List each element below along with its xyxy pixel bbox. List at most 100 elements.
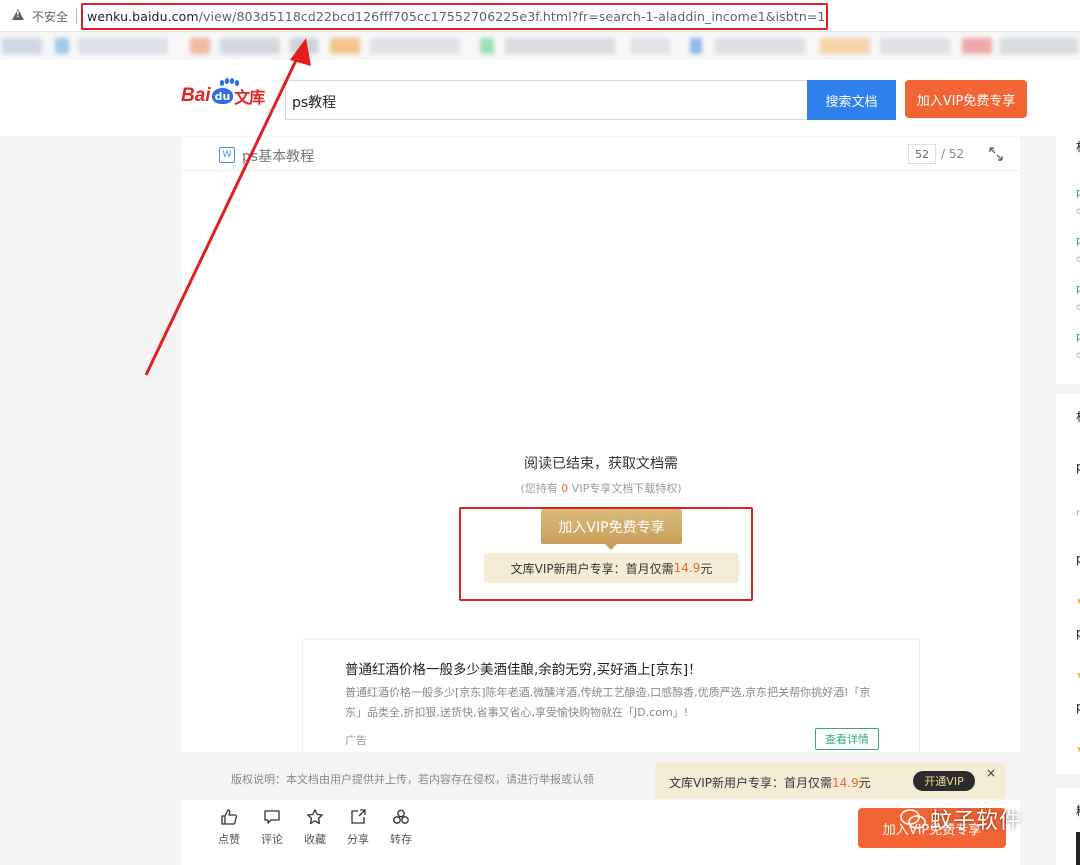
- url-host: wenku.baidu.com: [87, 9, 199, 24]
- sidebar-meta: c: [1076, 206, 1080, 217]
- star-icon: [307, 809, 323, 825]
- share-icon: [351, 809, 366, 824]
- wechat-logo-icon: [900, 809, 926, 829]
- vip-bar-text: 文库VIP新用户专享：首月仅需14.9元: [669, 774, 871, 791]
- bookmark-blur: [78, 38, 168, 54]
- vip-promo-bar: 文库VIP新用户专享：首月仅需14.9元 开通VIP ×: [655, 763, 1005, 799]
- ad-card[interactable]: 普通红酒价格一般多少美酒佳酿,余韵无穷,买好酒上[京东]！ 普通红酒价格一般多少…: [302, 639, 920, 752]
- bookmark-blur: [820, 38, 870, 54]
- sidebar-meta: r: [1076, 508, 1080, 519]
- close-icon[interactable]: ×: [986, 766, 996, 780]
- sidebar-meta: c: [1076, 302, 1080, 313]
- save-to-button[interactable]: 转存: [383, 808, 419, 847]
- document-title: ps基本教程: [242, 149, 315, 165]
- promo-unit: 元: [700, 561, 713, 576]
- bookmark-blur: [880, 38, 950, 54]
- address-bar: 不安全 wenku.baidu.com/view/803d5118cd22bcd…: [0, 0, 1080, 32]
- rating-star-icon: ★: [1076, 744, 1080, 755]
- rating-star-icon: ★: [1076, 596, 1080, 607]
- insecure-label[interactable]: 不安全: [32, 8, 68, 25]
- search-input[interactable]: ps教程: [285, 80, 807, 120]
- ad-detail-button[interactable]: 查看详情: [815, 728, 879, 750]
- toolbar-label: 评论: [261, 833, 283, 846]
- ad-label: 广告: [345, 734, 367, 747]
- join-vip-header-button[interactable]: 加入VIP免费专享: [905, 80, 1027, 118]
- url-path: /view/803d5118cd22bcd126fff705cc17552706…: [198, 9, 826, 24]
- bookmark-blur: [690, 38, 702, 54]
- url-highlight-box: wenku.baidu.com/view/803d5118cd22bcd126f…: [81, 3, 828, 30]
- document-header: W ps基本教程 52 / 52: [182, 137, 1020, 171]
- reading-ended-title: 阅读已结束，获取文档需: [524, 456, 678, 472]
- join-vip-button[interactable]: 加入VIP免费专享: [541, 509, 682, 550]
- bookmark-blur: [480, 38, 494, 54]
- sidebar-item[interactable]: p: [1076, 700, 1080, 714]
- sidebar-item[interactable]: p: [1076, 186, 1080, 199]
- page-total: / 52: [941, 147, 965, 161]
- logo-du: du: [211, 88, 234, 104]
- sidebar-item[interactable]: p: [1076, 330, 1080, 343]
- new-user-promo: 文库VIP新用户专享：首月仅需 14.9 元: [484, 553, 739, 583]
- bookmark-blur: [630, 38, 670, 54]
- toolbar-label: 分享: [347, 833, 369, 846]
- comment-button[interactable]: 评论: [254, 808, 290, 847]
- sidebar-heading: 相: [1076, 138, 1080, 155]
- sidebar-item[interactable]: p: [1076, 552, 1080, 566]
- paw-icon: [219, 78, 240, 86]
- bookmark-blur: [290, 38, 318, 54]
- featured-docs-card: 精: [1056, 788, 1080, 865]
- search-button[interactable]: 搜索文档: [807, 80, 896, 120]
- open-vip-button[interactable]: 开通VIP: [913, 771, 975, 791]
- copyright-notice: 版权说明：本文档由用户提供并上传，若内容存在侵权，请进行举报或认领: [231, 773, 594, 786]
- sidebar-item[interactable]: p: [1076, 626, 1080, 640]
- sidebar-item[interactable]: p: [1076, 460, 1080, 474]
- toolbar-label: 转存: [390, 833, 412, 846]
- url-field[interactable]: wenku.baidu.com/view/803d5118cd22bcd126f…: [87, 9, 825, 24]
- toolbar-label: 收藏: [304, 833, 326, 846]
- sidebar-item[interactable]: p: [1076, 282, 1080, 295]
- sidebar-item[interactable]: p: [1076, 234, 1080, 247]
- vip-bar-unit: 元: [858, 776, 871, 790]
- bookmark-blur: [1000, 38, 1078, 54]
- fullscreen-icon[interactable]: [988, 146, 1004, 162]
- sidebar-heading: 精: [1076, 802, 1080, 819]
- site-header: Bai du 文库 ps教程 搜索文档 加入VIP免费专享: [0, 60, 1080, 136]
- search-value: ps教程: [292, 95, 337, 111]
- bookmark-blur: [190, 38, 210, 54]
- document-panel: W ps基本教程 52 / 52 阅读已结束，获取文档需 (您持有 0 VIP专…: [182, 137, 1020, 752]
- page-number-input[interactable]: 52: [908, 144, 936, 164]
- watermark-text: 蚊子软件: [930, 809, 1023, 834]
- bookmarks-bar: [0, 33, 1080, 59]
- save-to-icon: [393, 809, 409, 824]
- toolbar-label: 点赞: [218, 833, 240, 846]
- vip-bar-price: 14.9: [832, 776, 859, 790]
- warning-icon[interactable]: [12, 9, 24, 20]
- sidebar-meta: c: [1076, 350, 1080, 361]
- like-button[interactable]: 点赞: [211, 808, 247, 847]
- rating-star-icon: ★: [1076, 670, 1080, 681]
- bookmark-blur: [505, 38, 615, 54]
- vip-note-suffix: VIP专享文档下载特权): [568, 482, 682, 495]
- sidebar-meta: c: [1076, 254, 1080, 265]
- share-button[interactable]: 分享: [340, 808, 376, 847]
- ad-title[interactable]: 普通红酒价格一般多少美酒佳酿,余韵无穷,买好酒上[京东]！: [345, 658, 702, 678]
- bookmark-blur: [220, 38, 280, 54]
- bookmark-blur: [55, 38, 69, 54]
- bookmark-blur: [370, 38, 460, 54]
- watermark: 蚊子软件: [900, 803, 1022, 835]
- promo-price: 14.9: [673, 561, 701, 575]
- promo-text: 文库VIP新用户专享：首月仅需: [510, 561, 674, 576]
- logo-bai: Bai: [181, 85, 211, 106]
- recommended-docs-card: 相 p r p ★ p ★ p ★: [1056, 394, 1080, 774]
- sidebar-thumbnail[interactable]: [1076, 832, 1080, 865]
- vip-bar-prefix: 文库VIP新用户专享：首月仅需: [669, 776, 832, 790]
- bookmark-blur: [962, 38, 992, 54]
- sidebar-heading: 相: [1076, 408, 1080, 425]
- comment-icon: [264, 810, 280, 824]
- baidu-wenku-logo[interactable]: Bai du 文库: [181, 78, 265, 112]
- bookmark-blur: [2, 38, 42, 54]
- related-docs-card: 相 p c p c p c p c: [1056, 124, 1080, 384]
- ad-description: 普通红酒价格一般多少[京东]陈年老酒,微醺洋酒,传统工艺酿造,口感醇香,优质严选…: [345, 686, 871, 719]
- word-doc-icon: W: [219, 147, 235, 163]
- favorite-button[interactable]: 收藏: [297, 808, 333, 847]
- vip-note-prefix: (您持有: [520, 482, 562, 495]
